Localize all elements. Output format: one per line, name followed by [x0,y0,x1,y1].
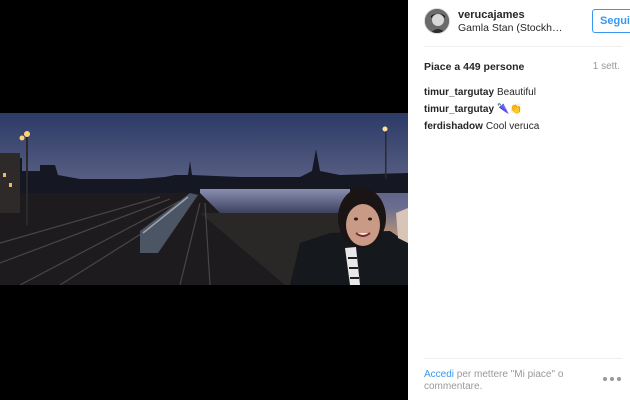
post-location[interactable]: Gamla Stan (Stockholm) [458,22,568,34]
avatar-icon [425,9,449,33]
footer-divider [424,358,622,359]
comment-item: timur_targutay Beautiful [424,87,624,99]
login-prompt: Accedi per mettere "Mi piace" o commenta… [424,369,594,393]
avatar[interactable] [424,8,450,34]
media-pane [0,0,408,400]
comment-username[interactable]: timur_targutay [424,104,494,115]
login-link[interactable]: Accedi [424,369,454,380]
comment-text: 🌂👏 [497,104,522,115]
post-time[interactable]: 1 sett. [593,61,620,72]
comments-list: timur_targutay Beautiful timur_targutay 🌂👏… [424,87,624,138]
panorama-photo [0,113,408,285]
comment-username[interactable]: ferdishadow [424,121,483,132]
comment-item: ferdishadow Cool veruca [424,121,624,133]
post-header: verucajames Gamla Stan (Stockholm) Segui [424,6,630,44]
post-username[interactable]: verucajames [458,9,525,21]
comment-text: Cool veruca [485,121,540,132]
post-photo[interactable] [0,113,408,285]
follow-button[interactable]: Segui [592,9,630,33]
comment-item: timur_targutay 🌂👏 [424,104,624,116]
header-divider [424,46,622,47]
more-options-icon[interactable] [603,376,623,382]
comment-username[interactable]: timur_targutay [424,87,494,98]
likes-count[interactable]: Piace a 449 persone [424,61,524,73]
post-sidebar: verucajames Gamla Stan (Stockholm) Segui… [408,0,630,400]
comment-text: Beautiful [497,87,536,98]
